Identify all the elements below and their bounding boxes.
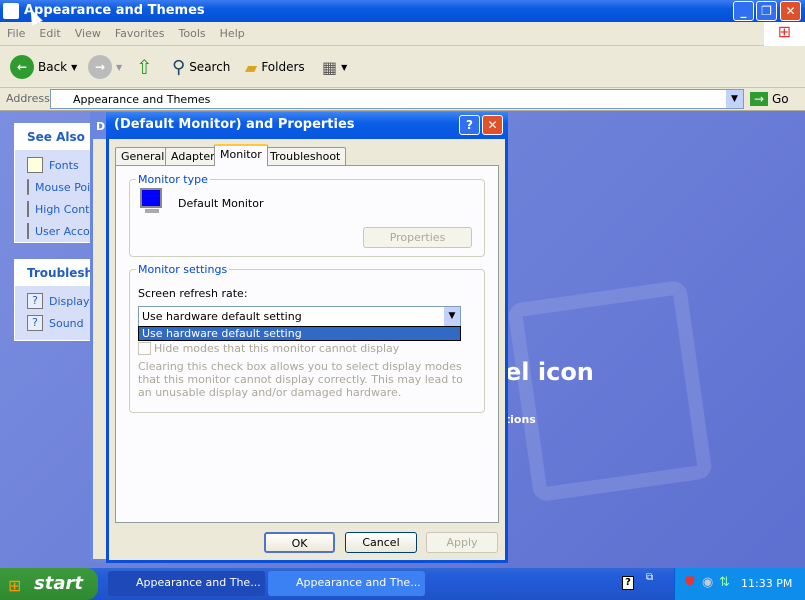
go-arrow-icon: → [750, 92, 768, 106]
search-icon: ⚲ [172, 56, 186, 78]
up-button[interactable]: ⇧ [136, 54, 153, 80]
hide-modes-label: Hide modes that this monitor cannot disp… [154, 342, 400, 355]
address-input[interactable]: Appearance and Themes ▼ [50, 89, 744, 109]
windows-flag-icon: ⊞ [8, 576, 22, 595]
views-button[interactable]: ▦ ▼ [322, 54, 347, 80]
folders-button[interactable]: ▰ Folders [245, 54, 305, 80]
dropdown-option[interactable]: Use hardware default setting [138, 326, 461, 341]
folders-icon: ▰ [245, 57, 258, 77]
tab-monitor[interactable]: Monitor [214, 144, 268, 166]
control-panel-heading: el icon [505, 358, 594, 386]
title-bar[interactable]: Appearance and Themes [0, 0, 805, 22]
back-button[interactable]: ← Back ▼ [10, 54, 77, 80]
start-label: start [34, 573, 83, 594]
picture-icon [27, 223, 29, 239]
refresh-rate-dropdown[interactable]: Use hardware default setting ▼ [138, 306, 461, 327]
monitor-type-legend: Monitor type [138, 173, 208, 186]
chevron-down-icon[interactable]: ▼ [444, 307, 460, 326]
clock[interactable]: 11:33 PM [741, 577, 792, 590]
task-label: Appearance and The... [136, 576, 261, 589]
mouse-icon [27, 179, 29, 195]
go-button[interactable]: → Go [750, 89, 789, 109]
menu-view[interactable]: View [68, 22, 108, 45]
link-label: Sound [49, 316, 84, 330]
menu-edit[interactable]: Edit [32, 22, 67, 45]
forward-arrow-icon: → [88, 55, 112, 79]
restore-tray-icon[interactable]: ⧉ [646, 572, 653, 583]
views-icon: ▦ [322, 57, 338, 77]
properties-button[interactable]: Properties [363, 227, 472, 248]
address-label: Address [6, 92, 50, 105]
dialog-title-bar[interactable]: (Default Monitor) and Properties ? ✕ [106, 112, 508, 139]
ok-button[interactable]: OK [264, 532, 335, 553]
apply-button[interactable]: Apply [426, 532, 498, 553]
fonts-folder-icon [27, 157, 43, 173]
windows-logo: ⊞ [764, 22, 805, 46]
close-button[interactable]: ✕ [780, 1, 801, 21]
chevron-down-icon: ▼ [341, 62, 348, 72]
menu-favorites[interactable]: Favorites [108, 22, 172, 45]
toolbar: ← Back ▼ → ▼ ⇧ ⚲ Search ▰ Folders ▦ ▼ [0, 46, 805, 88]
link-label: Fonts [49, 158, 79, 172]
hide-modes-note: Clearing this check box allows you to se… [138, 360, 463, 399]
system-tray: ⛊ ◉ ⇅ 11:33 PM [674, 568, 805, 600]
speaker-icon[interactable]: ◉ [702, 575, 713, 590]
taskbar-item[interactable]: Appearance and The... [108, 571, 265, 596]
menu-bar: File Edit View Favorites Tools Help ⊞ [0, 22, 805, 46]
chevron-down-icon: ▼ [116, 62, 123, 72]
go-label: Go [772, 92, 789, 106]
folder-up-icon: ⇧ [136, 55, 153, 79]
tab-adapter[interactable]: Adapter [165, 147, 221, 165]
search-label: Search [189, 60, 231, 74]
maximize-button[interactable]: ❐ [756, 1, 777, 21]
taskbar: start ⊞ Appearance and The... Appearance… [0, 568, 805, 600]
address-bar: Address Appearance and Themes ▼ → Go [0, 88, 805, 111]
network-icon[interactable]: ⇅ [719, 575, 730, 590]
tab-troubleshoot[interactable]: Troubleshoot [264, 147, 347, 165]
search-button[interactable]: ⚲ Search [172, 54, 230, 80]
back-label: Back [38, 60, 68, 74]
help-button[interactable]: ? [459, 115, 480, 135]
monitor-properties-dialog: (Default Monitor) and Properties ? ✕ Gen… [106, 112, 508, 563]
task-label: Appearance and The... [296, 576, 421, 589]
help-tray-icon[interactable]: ? [622, 576, 634, 590]
monitor-name: Default Monitor [178, 197, 264, 210]
minimize-button[interactable]: _ [733, 1, 754, 21]
explorer-icon [3, 3, 19, 19]
window-title: Appearance and Themes [24, 3, 205, 18]
forward-button[interactable]: → ▼ [88, 54, 122, 80]
refresh-rate-value: Use hardware default setting [142, 310, 302, 323]
dialog-close-button[interactable]: ✕ [482, 115, 503, 135]
dialog-title: (Default Monitor) and Properties [114, 117, 355, 132]
link-label: Display [49, 294, 90, 308]
checkbox-box [138, 342, 151, 355]
monitor-stand-icon [145, 209, 159, 213]
help-icon: ? [27, 315, 43, 331]
monitor-icon [140, 188, 162, 208]
taskbar-item[interactable]: Appearance and The... [268, 571, 425, 596]
refresh-rate-label: Screen refresh rate: [138, 287, 248, 300]
security-shield-icon[interactable]: ⛊ [685, 575, 695, 590]
address-dropdown-button[interactable]: ▼ [726, 90, 743, 108]
checkmark-watermark [506, 279, 714, 503]
menu-tools[interactable]: Tools [172, 22, 213, 45]
menu-file[interactable]: File [0, 22, 32, 45]
address-value: Appearance and Themes [73, 93, 211, 106]
hide-modes-checkbox[interactable]: Hide modes that this monitor cannot disp… [138, 342, 399, 355]
tab-panel: Monitor type Default Monitor Properties … [115, 165, 499, 523]
back-arrow-icon: ← [10, 55, 34, 79]
tab-general[interactable]: General [115, 147, 171, 165]
monitor-settings-legend: Monitor settings [138, 263, 228, 276]
menu-help[interactable]: Help [213, 22, 252, 45]
high-contrast-icon [27, 201, 29, 217]
chevron-down-icon: ▼ [71, 62, 78, 72]
folders-label: Folders [261, 60, 305, 74]
cancel-button[interactable]: Cancel [345, 532, 417, 553]
help-icon: ? [27, 293, 43, 309]
